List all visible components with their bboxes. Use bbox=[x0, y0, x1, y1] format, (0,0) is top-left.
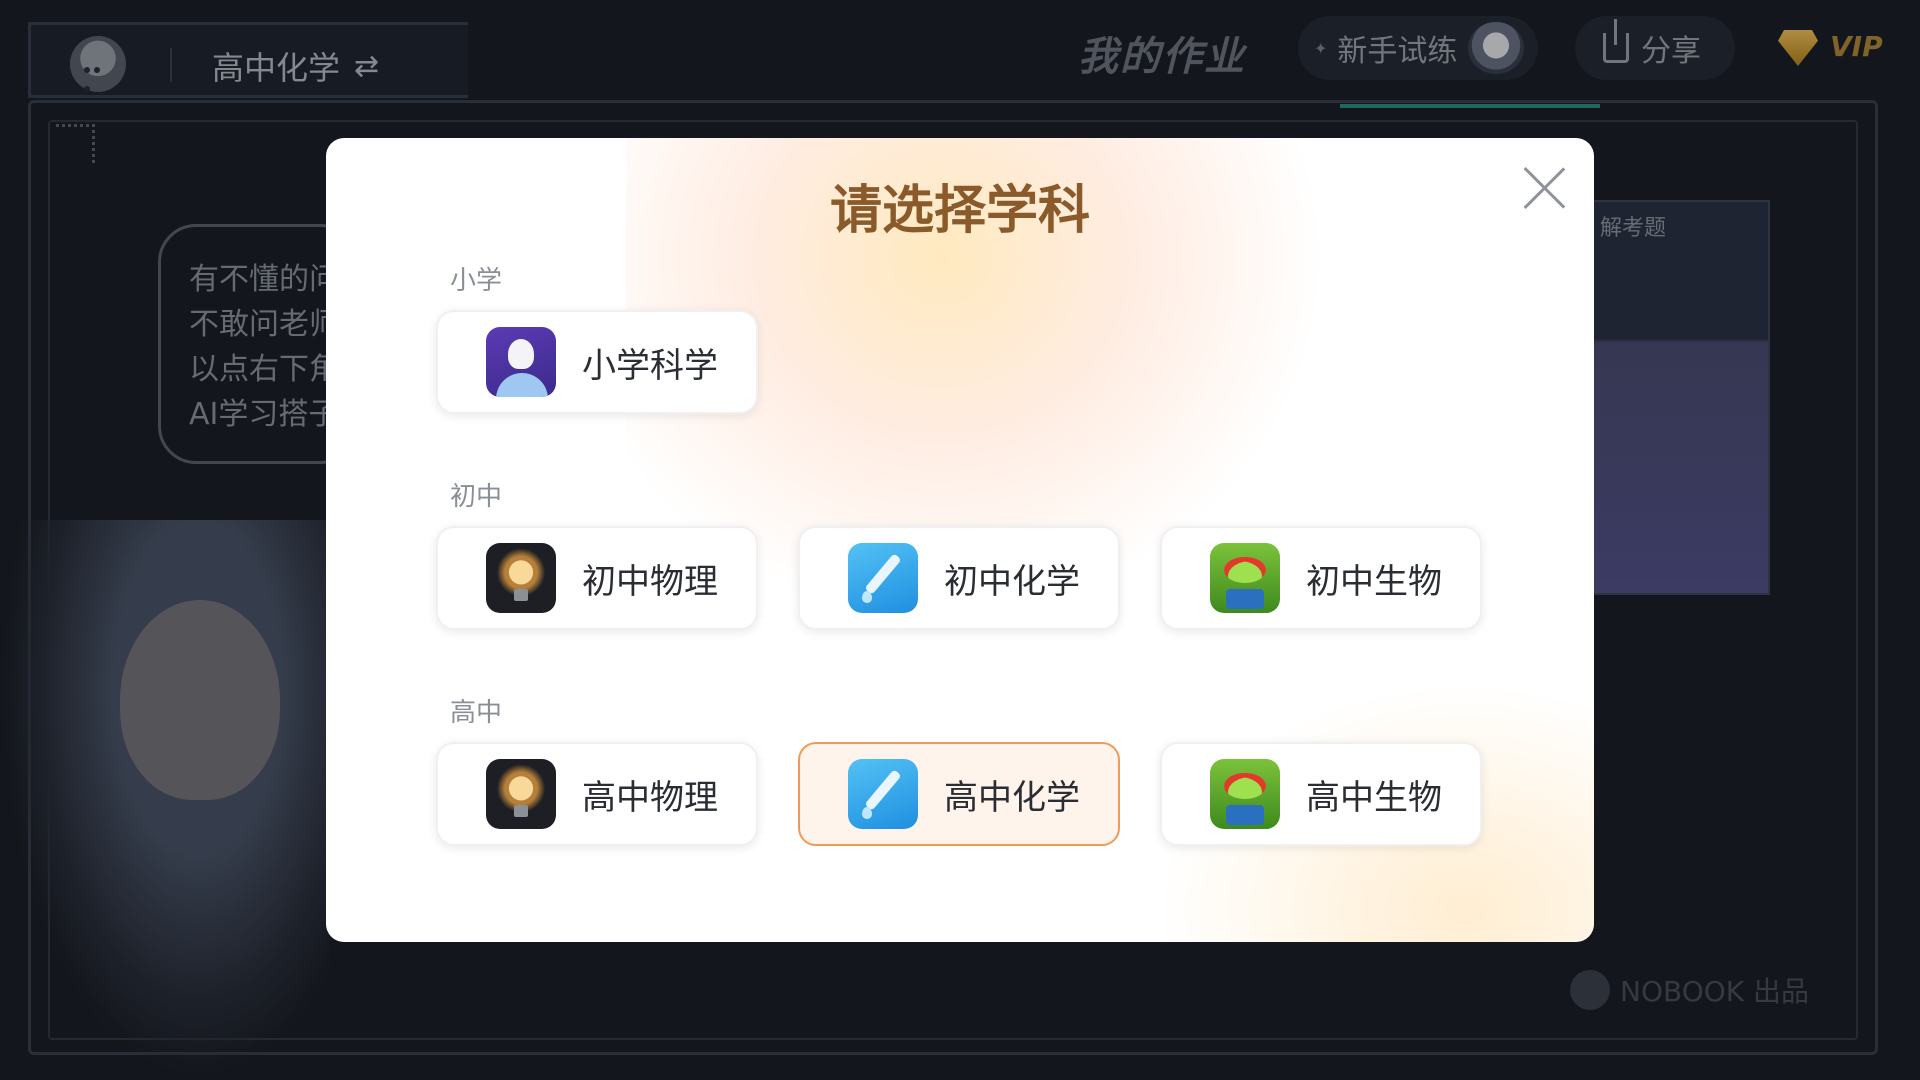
subject-name: 小学科学 bbox=[582, 345, 718, 386]
dialog-title: 请选择学科 bbox=[829, 181, 1090, 241]
subject-select-dialog: 请选择学科 小学 小学科学 初中 初中物理 初中化学 初中生物 高中 高中物理 … bbox=[326, 138, 1594, 942]
section-label-middle: 初中 bbox=[450, 482, 503, 512]
subject-card-high-chemistry[interactable]: 高中化学 bbox=[798, 742, 1120, 846]
section-label-primary: 小学 bbox=[450, 266, 503, 296]
subject-name: 初中物理 bbox=[582, 561, 718, 602]
frog-icon bbox=[1210, 543, 1280, 613]
section-label-high: 高中 bbox=[450, 698, 503, 728]
subject-card-middle-biology[interactable]: 初中生物 bbox=[1160, 526, 1482, 630]
subject-card-middle-physics[interactable]: 初中物理 bbox=[436, 526, 758, 630]
subject-card-primary-science[interactable]: 小学科学 bbox=[436, 310, 758, 414]
subject-name: 高中化学 bbox=[944, 777, 1080, 818]
astronaut-icon bbox=[486, 327, 556, 397]
subject-name: 高中物理 bbox=[582, 777, 718, 818]
lightbulb-icon bbox=[486, 759, 556, 829]
subject-card-high-physics[interactable]: 高中物理 bbox=[436, 742, 758, 846]
subject-name: 高中生物 bbox=[1306, 777, 1442, 818]
subject-name: 初中化学 bbox=[944, 561, 1080, 602]
subject-card-middle-chemistry[interactable]: 初中化学 bbox=[798, 526, 1120, 630]
close-icon[interactable] bbox=[1522, 166, 1566, 210]
subject-card-high-biology[interactable]: 高中生物 bbox=[1160, 742, 1482, 846]
dropper-icon bbox=[848, 759, 918, 829]
lightbulb-icon bbox=[486, 543, 556, 613]
subject-name: 初中生物 bbox=[1306, 561, 1442, 602]
frog-icon bbox=[1210, 759, 1280, 829]
dropper-icon bbox=[848, 543, 918, 613]
